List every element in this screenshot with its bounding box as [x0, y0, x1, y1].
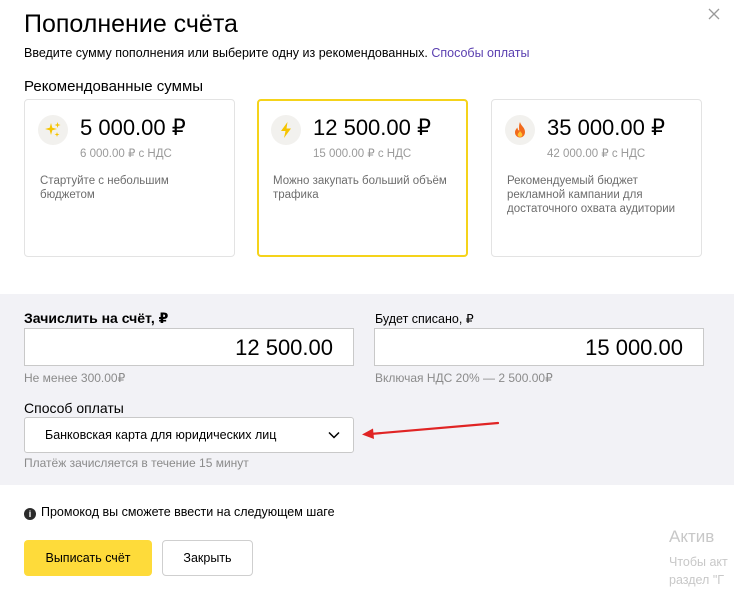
credit-amount-hint: Не менее 300.00₽	[24, 371, 126, 385]
activation-watermark-line: раздел "Г	[669, 573, 725, 587]
info-icon: i	[24, 508, 36, 520]
issue-invoice-button[interactable]: Выписать счёт	[24, 540, 152, 576]
card-vat: 6 000.00 ₽ с НДС	[80, 148, 172, 160]
close-icon[interactable]	[706, 6, 722, 22]
card-amount: 12 500.00 ₽	[313, 115, 431, 140]
payment-method-value: Банковская карта для юридических лиц	[45, 428, 277, 442]
card-amount: 5 000.00 ₽	[80, 115, 186, 140]
recommended-card-35000[interactable]: 35 000.00 ₽ 42 000.00 ₽ с НДС Рекомендуе…	[491, 99, 702, 257]
annotation-arrow-icon	[362, 421, 500, 439]
payment-method-hint: Платёж зачисляется в течение 15 минут	[24, 456, 249, 470]
card-vat: 42 000.00 ₽ с НДС	[547, 148, 646, 160]
subtitle-text: Введите сумму пополнения или выберите од…	[24, 46, 428, 60]
activation-watermark-line: Чтобы акт	[669, 555, 728, 569]
recommended-title: Рекомендованные суммы	[24, 78, 204, 95]
credit-amount-label: Зачислить на счёт, ₽	[24, 310, 169, 326]
dialog-subtitle: Введите сумму пополнения или выберите од…	[24, 46, 529, 60]
card-description: Стартуйте с небольшим бюджетом	[40, 175, 169, 201]
debit-amount-label: Будет списано, ₽	[375, 312, 474, 326]
promo-note-text: Промокод вы сможете ввести на следующем …	[41, 505, 335, 519]
recommended-card-12500[interactable]: 12 500.00 ₽ 15 000.00 ₽ с НДС Можно заку…	[257, 99, 468, 257]
lightning-icon	[271, 115, 301, 145]
recommended-card-5000[interactable]: 5 000.00 ₽ 6 000.00 ₽ с НДС Стартуйте с …	[24, 99, 235, 257]
debit-amount-hint: Включая НДС 20% — 2 500.00₽	[375, 371, 553, 385]
credit-amount-input[interactable]: 12 500.00	[24, 328, 354, 366]
promo-note: i Промокод вы сможете ввести на следующем…	[24, 505, 335, 520]
chevron-down-icon	[328, 431, 340, 439]
payment-method-label: Способ оплаты	[24, 400, 124, 416]
card-amount: 35 000.00 ₽	[547, 115, 665, 140]
dialog-title: Пополнение счёта	[24, 10, 238, 38]
close-button[interactable]: Закрыть	[162, 540, 253, 576]
card-description: Можно закупать больший объём трафика	[273, 175, 447, 201]
debit-amount-input[interactable]: 15 000.00	[374, 328, 704, 366]
activation-watermark-title: Актив	[669, 527, 715, 546]
card-vat: 15 000.00 ₽ с НДС	[313, 148, 412, 160]
sparkle-icon	[38, 115, 68, 145]
fire-icon	[505, 115, 535, 145]
payment-method-select[interactable]: Банковская карта для юридических лиц	[24, 417, 354, 453]
payment-methods-link[interactable]: Способы оплаты	[431, 46, 529, 60]
card-description: Рекомендуемый бюджет рекламной кампании …	[507, 175, 676, 215]
